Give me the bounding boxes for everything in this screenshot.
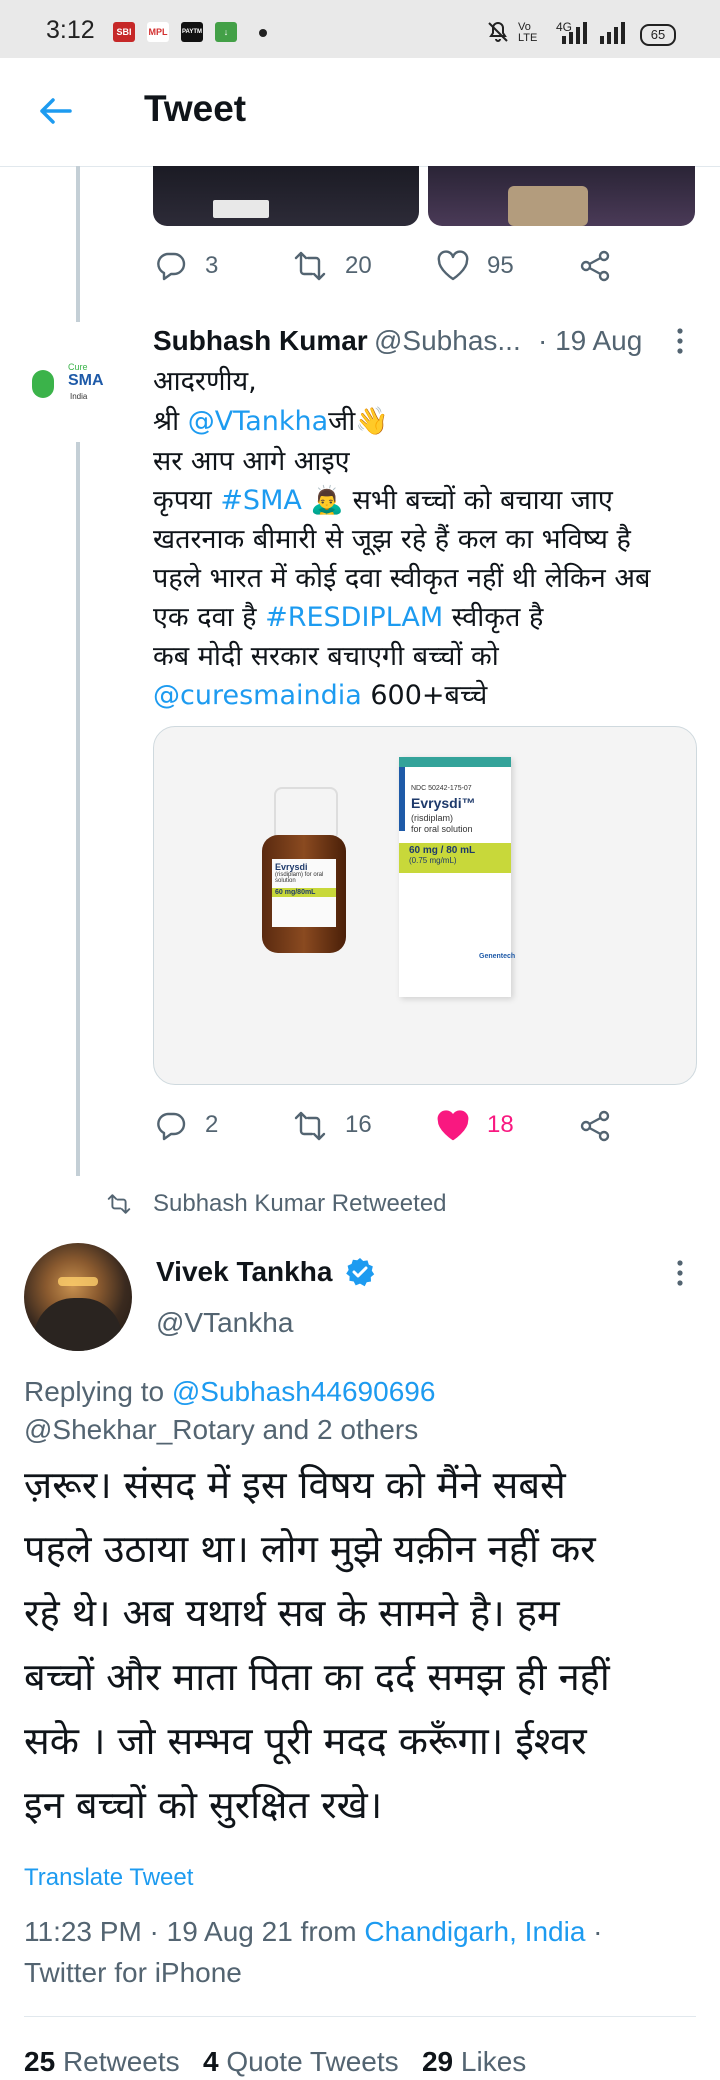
replying-to: Replying to @Subhash44690696 — [24, 1376, 435, 1408]
mention-link[interactable]: @VTankha — [188, 406, 328, 437]
status-time: 3:12 — [46, 16, 95, 44]
mention-link[interactable]: @Subhash44690696 — [172, 1376, 436, 1407]
tweet-line: कब मोदी सरकार बचाएगी बच्चों को — [153, 641, 499, 672]
bottle-label: Evrysdi (risdiplam) for oral solution 60… — [272, 859, 336, 927]
replying-label: Replying to — [24, 1376, 172, 1407]
tweet-date[interactable]: · 19 Aug — [538, 325, 642, 357]
tweet-line: खतरनाक बीमारी से जूझ रहे हैं कल का भविष्… — [153, 524, 631, 555]
reply-icon[interactable] — [154, 1109, 188, 1143]
tweet-stats: 25 Retweets 4 Quote Tweets 29 Likes — [24, 2046, 526, 2078]
tweet-timestamp: 11:23 PM · 19 Aug 21 from Chandigarh, In… — [24, 1916, 603, 1948]
tweet-line: सके । जो सम्भव पूरी मदद करूँगा। ईश्वर — [24, 1719, 587, 1763]
tweet-line: सर आप आगे आइए — [153, 446, 350, 477]
sbi-app-icon: SBI — [113, 22, 135, 42]
reply-icon[interactable] — [154, 249, 188, 283]
paytm-app-icon: PAYTM — [181, 22, 203, 42]
author-handle[interactable]: @VTankha — [156, 1307, 293, 1339]
tweet-text: जी👋 — [328, 406, 389, 437]
tweet-line: एक दवा है #RESDIPLAM स्वीकृत है — [153, 598, 543, 638]
signal-1-icon — [562, 22, 587, 44]
page-title: Tweet — [144, 88, 247, 129]
tweet-line: रहे थे। अब यथार्थ सब के सामने है। हम — [24, 1591, 560, 1635]
likes-stat[interactable]: 29 Likes — [422, 2046, 526, 2077]
tweet-text: श्री — [153, 406, 188, 437]
reply-count: 3 — [205, 252, 219, 279]
notification-dot-icon — [259, 29, 267, 37]
avatar[interactable] — [24, 1243, 132, 1351]
wheelchair-icon — [32, 370, 54, 398]
download-icon: ↓ — [215, 22, 237, 42]
like-count: 18 — [487, 1111, 514, 1138]
medicine-box: NDC 50242-175-07 Evrysdi™ (risdiplam) fo… — [399, 757, 515, 997]
hashtag-link[interactable]: #RESDIPLAM — [265, 602, 443, 633]
tweet-text: 🙇‍♂️ सभी बच्चों को बचाया जाए — [301, 485, 613, 516]
prev-media-left[interactable] — [153, 166, 419, 226]
mute-icon — [488, 21, 508, 42]
quote-tweets-stat[interactable]: 4 Quote Tweets — [203, 2046, 399, 2077]
timestamp-text: 11:23 PM · 19 Aug 21 from — [24, 1916, 365, 1947]
more-options-icon[interactable] — [672, 1258, 688, 1288]
retweets-stat[interactable]: 25 Retweets — [24, 2046, 180, 2077]
divider — [24, 2016, 696, 2017]
retweet-count: 16 — [345, 1111, 372, 1138]
top-bar — [0, 58, 720, 167]
tweet-line: इन बच्चों को सुरक्षित रखे। — [24, 1783, 383, 1827]
volte-icon: Vo LTE — [518, 21, 538, 44]
tweet-line: श्री @VTankhaजी👋 — [153, 402, 389, 442]
hashtag-link[interactable]: #SMA — [220, 485, 302, 516]
retweet-notice[interactable]: Subhash Kumar Retweeted — [153, 1190, 447, 1218]
like-count: 95 — [487, 252, 514, 279]
battery-icon: 65 — [640, 24, 676, 46]
retweet-small-icon — [107, 1194, 131, 1214]
bottle-body: Evrysdi (risdiplam) for oral solution 60… — [262, 835, 346, 953]
tweet-text: स्वीकृत है — [443, 602, 544, 633]
avatar[interactable]: Cure SMA India — [28, 356, 114, 416]
replying-others-link[interactable]: @Shekhar_Rotary and 2 others — [24, 1414, 418, 1446]
like-icon[interactable] — [436, 249, 470, 283]
retweet-icon[interactable] — [293, 1109, 327, 1143]
reply-count: 2 — [205, 1111, 219, 1138]
tweet-line: कृपया #SMA 🙇‍♂️ सभी बच्चों को बचाया जाए — [153, 481, 613, 521]
signal-2-icon — [600, 22, 625, 44]
tweet-line: पहले उठाया था। लोग मुझे यक़ीन नहीं कर — [24, 1527, 596, 1571]
more-options-icon[interactable] — [672, 326, 688, 356]
bottle-cap — [274, 787, 338, 841]
mpl-app-icon: MPL — [147, 22, 169, 42]
retweet-icon[interactable] — [293, 249, 327, 283]
tweet-text: कृपया — [153, 485, 221, 516]
tweet-line: बच्चों और माता पिता का दर्द समझ ही नहीं — [24, 1655, 610, 1699]
author-name[interactable]: Vivek Tankha — [156, 1256, 332, 1288]
tweet-text: 600+बच्चे — [361, 680, 488, 711]
translate-tweet-link[interactable]: Translate Tweet — [24, 1864, 193, 1892]
prev-media-right[interactable] — [428, 166, 695, 226]
location-link[interactable]: Chandigarh, India — [364, 1916, 585, 1947]
media-figure — [508, 186, 588, 226]
thread-line-2 — [76, 442, 80, 1176]
client-link[interactable]: Twitter for iPhone — [24, 1957, 242, 1989]
tweet-line: @curesmaindia 600+बच्चे — [153, 676, 487, 716]
like-filled-icon[interactable] — [436, 1109, 470, 1143]
author-handle[interactable]: @Subhas... — [374, 325, 521, 357]
share-icon[interactable] — [578, 249, 612, 283]
separator: · — [585, 1916, 603, 1947]
tweet-media-image[interactable]: Evrysdi (risdiplam) for oral solution 60… — [153, 726, 697, 1085]
share-icon[interactable] — [578, 1109, 612, 1143]
arrow-left-icon[interactable] — [36, 92, 74, 130]
tweet-line: आदरणीय, — [153, 366, 257, 397]
tweet-line: पहले भारत में कोई दवा स्वीकृत नहीं थी ले… — [153, 563, 651, 594]
author-name[interactable]: Subhash Kumar — [153, 325, 368, 357]
verified-badge-icon — [346, 1258, 375, 1287]
retweet-count: 20 — [345, 252, 372, 279]
media-placard — [213, 200, 269, 218]
tweet-line: ज़रूर। संसद में इस विषय को मैंने सबसे — [24, 1463, 566, 1507]
dose-band: 60 mg / 80 mL (0.75 mg/mL) — [399, 843, 511, 873]
tweet-text: एक दवा है — [153, 602, 266, 633]
thread-line — [76, 166, 80, 322]
mention-link[interactable]: @curesmaindia — [153, 680, 362, 711]
